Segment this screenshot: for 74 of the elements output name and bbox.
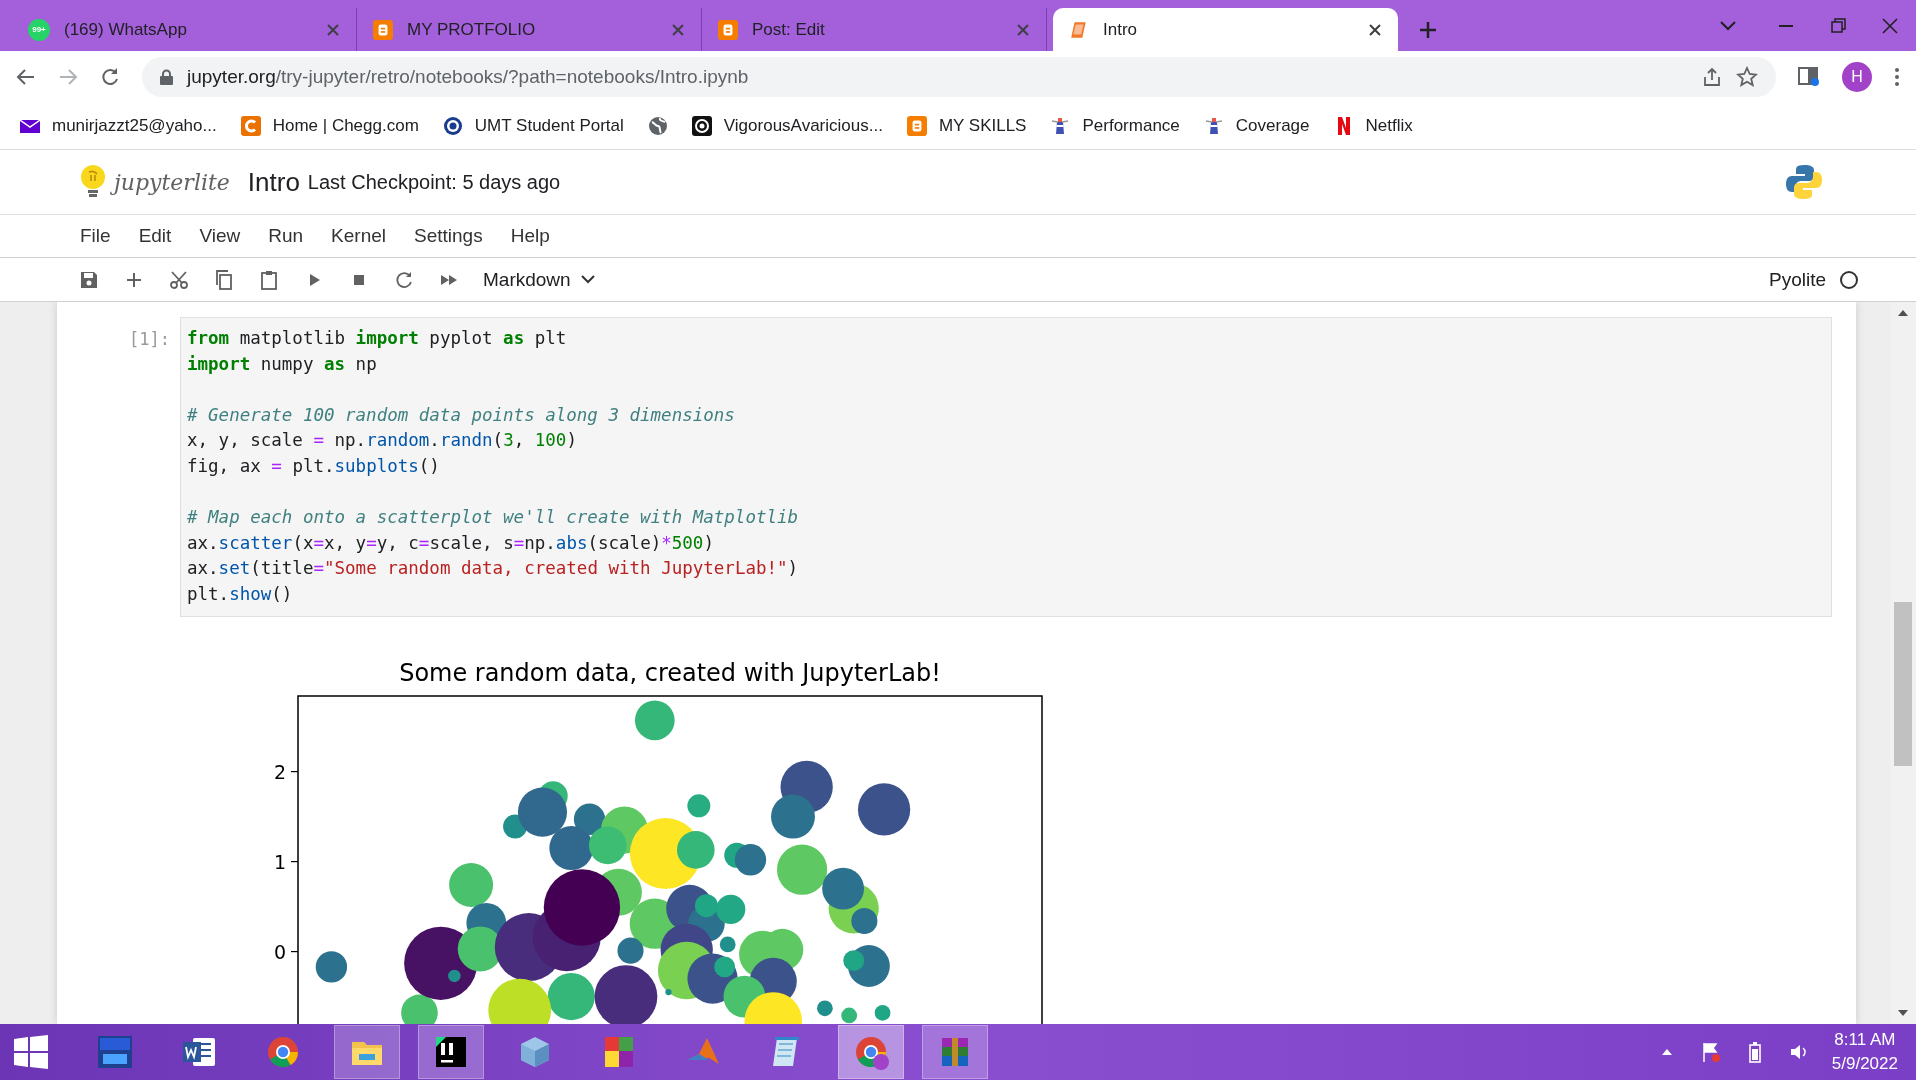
restore-icon[interactable] xyxy=(1830,18,1846,33)
code-line: # Map each onto a scatterplot we'll create with Matplotlib xyxy=(187,506,800,530)
code-line: from matplotlib import pyplot as plt xyxy=(187,327,568,350)
cut-icon[interactable] xyxy=(168,269,189,290)
chart-title: Some random data, created with JupyterLab! xyxy=(399,658,941,687)
bulb-logo-icon xyxy=(78,164,108,200)
chevron-down-icon xyxy=(580,275,595,284)
cell-prompt: [1]: xyxy=(128,328,171,351)
bookmark[interactable]: MY SKILLS xyxy=(906,116,1027,136)
y-tick-label: 2 xyxy=(273,760,286,783)
bookmark[interactable]: Netflix xyxy=(1333,116,1413,136)
code-line: plt.show() xyxy=(187,582,294,606)
address-bar[interactable]: jupyter.org/try-jupyter/retro/notebooks/?path=notebooks/Intro.ipynb xyxy=(142,57,1776,97)
lighthouse-icon xyxy=(1203,116,1224,136)
bookmark[interactable]: UMT Student Portal xyxy=(442,116,624,136)
globe-icon[interactable] xyxy=(647,116,668,136)
blog-icon xyxy=(906,116,927,136)
star-icon[interactable] xyxy=(1736,66,1758,88)
menu-item[interactable]: Help xyxy=(496,225,564,247)
cell-type-dropdown[interactable]: Markdown xyxy=(483,268,595,291)
bookmark[interactable]: VigorousAvaricious... xyxy=(691,116,883,136)
share-icon[interactable] xyxy=(1702,67,1722,87)
y-tick-label: 0 xyxy=(273,940,286,963)
scrollbar-thumb[interactable] xyxy=(1894,602,1912,766)
profile-avatar[interactable]: H xyxy=(1842,62,1872,92)
save-icon[interactable] xyxy=(78,269,99,290)
y-tick-label: 1 xyxy=(273,850,286,873)
code-line: fig, ax = plt.subplots() xyxy=(187,454,441,478)
back-icon[interactable] xyxy=(16,67,36,87)
chat-app-icon: 99+ xyxy=(28,18,50,41)
bookmark[interactable]: Coverage xyxy=(1203,116,1310,136)
code-line: ax.set(title="Some random data, created with JupyterLab!") xyxy=(187,557,800,581)
chevron-down-icon[interactable] xyxy=(1720,20,1736,31)
minimize-icon[interactable] xyxy=(1779,24,1793,27)
menu-item[interactable]: Edit xyxy=(124,225,186,247)
notebook-title[interactable]: Intro xyxy=(247,166,300,198)
menu-item[interactable]: File xyxy=(66,225,125,247)
checkpoint-text: Last Checkpoint: 5 days ago xyxy=(307,170,561,194)
code-line: import numpy as np xyxy=(187,352,378,376)
blog-icon xyxy=(373,19,393,40)
bookmark[interactable]: Performance xyxy=(1050,116,1180,136)
code-line: x, y, scale = np.random.randn(3, 100) xyxy=(187,429,578,453)
code-line: ax.scatter(x=x, y=y, c=scale, s=np.abs(scale)*500) xyxy=(187,531,715,555)
bookmark[interactable]: Home | Chegg.com xyxy=(240,116,419,136)
code-line: # Generate 100 random data points along 3 dimensions xyxy=(187,403,736,427)
more-icon[interactable] xyxy=(1894,67,1900,87)
book-icon xyxy=(1069,19,1089,40)
scroll-up-icon[interactable] xyxy=(1896,308,1910,318)
seal-icon xyxy=(442,116,463,136)
browser-tab[interactable]: Intro xyxy=(1053,8,1398,51)
menu-item[interactable]: View xyxy=(185,225,255,247)
plus-icon[interactable] xyxy=(1418,19,1438,40)
python-logo-icon xyxy=(1784,162,1824,202)
side-panel-icon[interactable] xyxy=(1798,67,1820,87)
scroll-down-icon[interactable] xyxy=(1896,1008,1910,1018)
menu-item[interactable]: Run xyxy=(254,225,318,247)
bookmark[interactable]: munirjazzt25@yaho... xyxy=(20,116,217,136)
taskbar-app[interactable] xyxy=(418,1025,484,1079)
clipboard-icon[interactable] xyxy=(258,269,279,290)
kernel-name: Pyolite xyxy=(1768,268,1826,291)
url-text: jupyter.org/try-jupyter/retro/notebooks/?path=notebooks/Intro.ipynb xyxy=(187,66,749,88)
windows-start-icon[interactable] xyxy=(14,1035,48,1069)
blog-icon xyxy=(718,19,738,40)
chegg-icon xyxy=(240,116,261,136)
code-cell[interactable] xyxy=(180,317,1832,617)
copy-icon[interactable] xyxy=(213,269,234,290)
close-icon[interactable] xyxy=(1368,22,1382,37)
menu-item[interactable]: Settings xyxy=(400,225,497,247)
clock[interactable]: 8:11 AM 5/9/2022 xyxy=(1831,1028,1898,1076)
menu-item[interactable]: Kernel xyxy=(317,225,400,247)
lock-icon xyxy=(160,69,173,85)
reload-icon[interactable] xyxy=(100,67,120,87)
swirl-icon xyxy=(691,116,712,136)
lighthouse-icon xyxy=(1050,116,1071,136)
